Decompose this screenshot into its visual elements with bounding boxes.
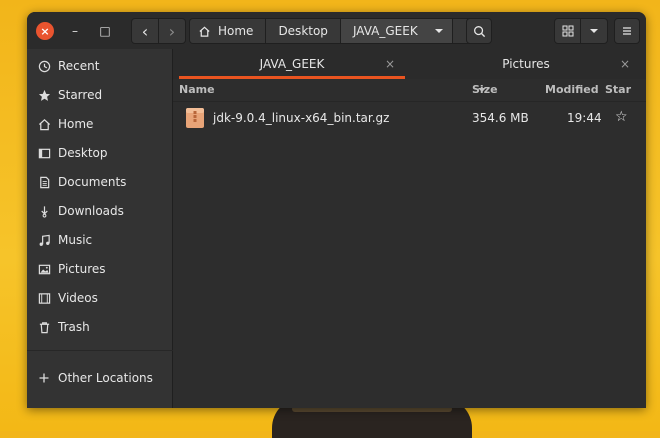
tab-label: JAVA_GEEK: [259, 57, 325, 71]
sidebar-item-label: Other Locations: [58, 371, 153, 385]
search-button[interactable]: [466, 18, 492, 44]
chevron-down-icon[interactable]: [434, 26, 444, 36]
sidebar: Recent Starred Home Desktop Documents Do…: [27, 49, 173, 408]
sidebar-divider: [27, 350, 173, 351]
tab-bar: JAVA_GEEK × Pictures ×: [173, 49, 646, 80]
home-icon: [199, 26, 210, 37]
tab-close-button[interactable]: ×: [620, 49, 630, 79]
breadcrumb: Home Desktop JAVA_GEEK: [189, 18, 479, 44]
window-maximize-button[interactable]: □: [96, 22, 114, 40]
window-close-button[interactable]: ×: [36, 22, 54, 40]
tab-java-geek[interactable]: JAVA_GEEK: [179, 49, 405, 79]
picture-icon: [37, 262, 51, 276]
sidebar-item-starred[interactable]: Starred: [27, 82, 173, 108]
breadcrumb-label: Home: [218, 24, 254, 38]
trash-icon: [37, 320, 51, 334]
tab-pictures[interactable]: Pictures: [413, 49, 639, 79]
sidebar-item-videos[interactable]: Videos: [27, 285, 173, 311]
sidebar-item-other-locations[interactable]: Other Locations: [27, 365, 173, 391]
file-view: JAVA_GEEK × Pictures × Name Size Modifie…: [173, 49, 646, 408]
star-toggle[interactable]: ☆: [615, 109, 628, 125]
sidebar-item-label: Trash: [58, 320, 90, 334]
sidebar-item-label: Downloads: [58, 204, 124, 218]
sidebar-item-label: Pictures: [58, 262, 106, 276]
star-icon: [37, 88, 51, 102]
file-modified: 19:44: [567, 111, 602, 125]
sidebar-item-music[interactable]: Music: [27, 227, 173, 253]
music-icon: [37, 233, 51, 247]
sidebar-item-label: Music: [58, 233, 93, 247]
column-header-row: Name Size Modified Star: [173, 79, 646, 102]
header-bar: × – □ ‹ › Home Desktop JAVA_GEEK: [27, 12, 646, 50]
document-icon: [37, 175, 51, 189]
sidebar-item-label: Desktop: [58, 146, 108, 160]
grid-icon: [562, 25, 573, 37]
clock-icon: [37, 59, 51, 73]
sidebar-item-label: Starred: [58, 88, 103, 102]
download-icon: [37, 204, 51, 218]
view-grid-button[interactable]: [554, 18, 581, 44]
sidebar-item-trash[interactable]: Trash: [27, 314, 173, 340]
column-header-modified[interactable]: Modified: [545, 83, 599, 96]
tab-close-button[interactable]: ×: [385, 49, 395, 79]
tab-label: Pictures: [502, 57, 550, 71]
search-icon: [473, 25, 485, 37]
file-row[interactable]: jdk-9.0.4_linux-x64_bin.tar.gz 354.6 MB …: [173, 103, 646, 133]
breadcrumb-java-geek[interactable]: JAVA_GEEK: [340, 19, 453, 43]
back-button[interactable]: ‹: [131, 18, 159, 44]
window-minimize-button[interactable]: –: [66, 22, 84, 40]
breadcrumb-home[interactable]: Home: [190, 19, 267, 43]
view-options-button[interactable]: [580, 18, 608, 44]
sidebar-item-downloads[interactable]: Downloads: [27, 198, 173, 224]
sidebar-item-label: Documents: [58, 175, 127, 189]
sidebar-item-label: Videos: [58, 291, 98, 305]
column-header-name[interactable]: Name: [179, 83, 215, 96]
plus-icon: [37, 371, 51, 385]
column-header-size[interactable]: Size: [472, 83, 498, 96]
chevron-down-icon: [590, 29, 598, 33]
breadcrumb-label: JAVA_GEEK: [352, 24, 418, 38]
breadcrumb-desktop[interactable]: Desktop: [266, 19, 341, 43]
video-icon: [37, 291, 51, 305]
sidebar-item-documents[interactable]: Documents: [27, 169, 173, 195]
forward-button[interactable]: ›: [158, 18, 186, 44]
sidebar-item-home[interactable]: Home: [27, 111, 173, 137]
sidebar-item-label: Home: [58, 117, 94, 131]
home-icon: [37, 117, 51, 131]
sidebar-item-label: Recent: [58, 59, 100, 73]
sidebar-item-desktop[interactable]: Desktop: [27, 140, 173, 166]
breadcrumb-label: Desktop: [278, 24, 328, 38]
desktop-icon: [37, 146, 51, 160]
archive-file-icon: [186, 108, 204, 128]
sidebar-item-recent[interactable]: Recent: [27, 53, 173, 79]
hamburger-menu-icon: [623, 27, 631, 35]
column-header-star[interactable]: Star: [605, 83, 631, 96]
file-manager-window: × – □ ‹ › Home Desktop JAVA_GEEK Recent …: [27, 12, 646, 408]
file-size: 354.6 MB: [472, 111, 529, 125]
file-name: jdk-9.0.4_linux-x64_bin.tar.gz: [213, 111, 390, 125]
sidebar-item-pictures[interactable]: Pictures: [27, 256, 173, 282]
menu-button[interactable]: [614, 18, 640, 44]
